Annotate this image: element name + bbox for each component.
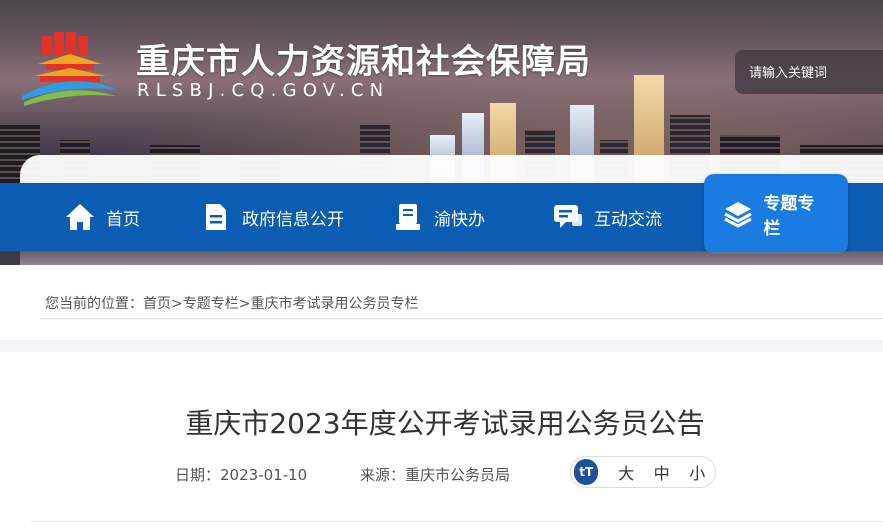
font-small-button[interactable]: 小	[679, 460, 715, 484]
banner-strip	[20, 251, 883, 265]
article-date: 日期：2023-01-10	[175, 464, 307, 485]
layers-icon	[722, 198, 753, 230]
home-icon	[64, 201, 96, 233]
nav-item-interaction[interactable]: 互动交流	[552, 183, 662, 251]
divider	[30, 521, 883, 522]
nav-item-label: 互动交流	[594, 209, 662, 230]
font-large-button[interactable]: 大	[608, 460, 644, 484]
breadcrumb-prefix: 您当前的位置：	[45, 296, 143, 312]
nav-item-label: 政府信息公开	[242, 209, 344, 230]
nav-item-yukuaiban[interactable]: 渝快办	[392, 183, 485, 251]
document-icon	[200, 201, 232, 233]
article-title: 重庆市2023年度公开考试录用公务员公告	[185, 407, 705, 440]
nav-item-home[interactable]: 首页	[64, 183, 140, 251]
search-box	[735, 50, 883, 94]
divider	[40, 318, 883, 319]
site-title: 重庆市人力资源和社会保障局	[136, 42, 591, 82]
nav-item-label: 专题专栏	[763, 194, 815, 239]
breadcrumb-section-link[interactable]: 专题专栏	[183, 296, 239, 312]
breadcrumb-separator: >	[171, 296, 183, 312]
site-domain: RLSBJ.CQ.GOV.CN	[137, 80, 390, 101]
nav-item-gov-info[interactable]: 政府信息公开	[200, 183, 344, 251]
service-book-icon	[392, 201, 424, 233]
chat-icon	[552, 201, 584, 233]
font-medium-button[interactable]: 中	[644, 460, 680, 484]
breadcrumb-separator: >	[238, 296, 251, 312]
breadcrumb-current-link[interactable]: 重庆市考试录用公务员专栏	[250, 296, 418, 312]
date-label: 日期：	[175, 466, 221, 484]
nav-item-special-topics[interactable]: 专题专栏	[704, 174, 848, 254]
breadcrumb-home-link[interactable]: 首页	[143, 296, 171, 312]
main-nav: 首页 政府信息公开 渝快办 互动交流 专题专栏	[0, 174, 883, 254]
source-value: 重庆市公务员局	[405, 466, 511, 484]
article-source: 来源：重庆市公务员局	[360, 464, 510, 485]
source-label: 来源：	[360, 466, 406, 484]
page: 重庆市人力资源和社会保障局 RLSBJ.CQ.GOV.CN 首页 政府信息公开 …	[0, 0, 883, 529]
date-value: 2023-01-10	[220, 466, 308, 484]
nav-item-label: 首页	[106, 209, 140, 230]
bureau-logo-icon	[22, 32, 118, 106]
search-input[interactable]	[749, 62, 879, 84]
breadcrumb: 您当前的位置：首页>专题专栏>重庆市考试录用公务员专栏	[45, 293, 418, 313]
font-size-icon: tT	[574, 459, 599, 485]
font-size-control: tT 大 中 小	[570, 456, 716, 488]
banner-edge	[0, 255, 20, 265]
nav-item-label: 渝快办	[434, 209, 485, 230]
